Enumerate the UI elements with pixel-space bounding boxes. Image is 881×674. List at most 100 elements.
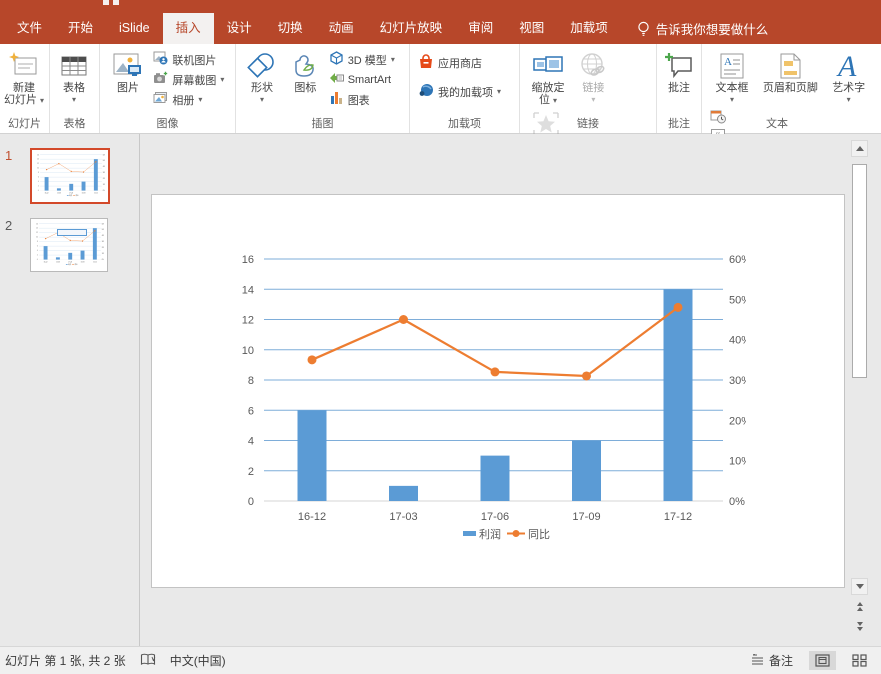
icons-button[interactable]: 图标 <box>285 48 325 94</box>
online-pictures-button[interactable]: 联机图片 <box>153 51 224 68</box>
thumbnail-chart: 02468101214160%10%20%30%40%50%60%16-1217… <box>35 152 105 198</box>
comment-button[interactable]: 批注 <box>657 48 701 94</box>
table-button[interactable]: 表格 ▾ <box>50 48 98 106</box>
svg-text:60%: 60% <box>729 254 746 266</box>
smartart-button[interactable]: SmartArt <box>329 71 395 88</box>
textbox-icon: A <box>718 50 746 82</box>
title-bar: 文件开始iSlide插入设计切换动画幻灯片放映审阅视图加载项告诉我你想要做什么 <box>0 0 881 44</box>
scroll-down-button[interactable] <box>851 578 868 595</box>
svg-text:40%: 40% <box>102 235 104 237</box>
svg-text:14: 14 <box>37 159 39 161</box>
group-label-comments: 批注 <box>657 115 701 131</box>
svg-text:0%: 0% <box>102 259 104 261</box>
group-label-slides: 幻灯片 <box>0 115 49 131</box>
notes-icon <box>751 654 764 668</box>
svg-text:0: 0 <box>38 190 39 192</box>
svg-text:10%: 10% <box>729 456 746 468</box>
tab-file[interactable]: 文件 <box>4 13 55 44</box>
svg-text:20%: 20% <box>102 247 104 249</box>
svg-text:17-06: 17-06 <box>69 192 73 194</box>
tell-me-box[interactable]: 告诉我你想要做什么 <box>637 13 769 44</box>
3d-model-button[interactable]: 3D 模型▾ <box>329 51 395 68</box>
chart-button[interactable]: 图表 <box>329 91 395 108</box>
profit-chart[interactable]: 02468101214160%10%20%30%40%50%60%16-1217… <box>226 241 746 551</box>
svg-text:12: 12 <box>242 315 254 327</box>
chart-icon <box>329 91 344 108</box>
svg-text:14: 14 <box>242 284 254 296</box>
svg-text:4: 4 <box>248 436 254 448</box>
link-globe-icon <box>579 50 607 82</box>
svg-text:10: 10 <box>242 345 254 357</box>
album-button[interactable]: 相册▾ <box>153 91 224 108</box>
scroll-up-button[interactable] <box>851 140 868 157</box>
tab-addins[interactable]: 加载项 <box>557 13 621 44</box>
tab-view[interactable]: 视图 <box>506 13 557 44</box>
svg-text:17-09: 17-09 <box>572 511 600 523</box>
group-label-links: 链接 <box>520 115 656 131</box>
svg-text:17-03: 17-03 <box>57 192 61 194</box>
svg-text:同比: 同比 <box>528 528 550 541</box>
normal-view-button[interactable] <box>809 651 836 670</box>
svg-text:17-03: 17-03 <box>389 511 417 523</box>
header-footer-icon <box>777 50 803 82</box>
svg-text:0: 0 <box>37 259 38 261</box>
svg-text:16: 16 <box>37 154 39 156</box>
group-label-addins: 加载项 <box>410 115 519 131</box>
svg-text:17-03: 17-03 <box>56 261 60 263</box>
wordart-icon: A <box>835 50 863 82</box>
tab-design[interactable]: 设计 <box>214 13 265 44</box>
my-addins-button[interactable]: 我的加载项▾ <box>418 83 501 100</box>
picture-button[interactable]: 图片 <box>106 48 150 94</box>
svg-text:14: 14 <box>36 228 38 230</box>
group-comments: 批注 批注 <box>657 44 702 133</box>
new-slide-icon <box>9 50 39 82</box>
slide-thumbnail-1[interactable]: 02468101214160%10%20%30%40%50%60%16-1217… <box>30 148 110 204</box>
textbox-button[interactable]: A 文本框 ▾ <box>710 48 754 106</box>
group-addins: 应用商店 我的加载项▾ 加载项 <box>410 44 520 133</box>
album-icon <box>153 91 168 108</box>
slide-sorter-view-button[interactable] <box>846 651 873 670</box>
zoom-button[interactable]: 缩放定 位 ▾ <box>526 48 570 106</box>
smartart-icon <box>329 71 344 88</box>
svg-text:17-12: 17-12 <box>664 511 692 523</box>
svg-text:6: 6 <box>37 246 38 248</box>
slide-thumbnail-2[interactable]: 02468101214160%10%20%30%40%50%60%16-1217… <box>30 218 108 272</box>
svg-text:30%: 30% <box>729 375 746 387</box>
language-indicator[interactable]: 中文(中国) <box>170 652 226 669</box>
wordart-button[interactable]: A 艺术字 ▾ <box>827 48 871 106</box>
thumbnail-number-2: 2 <box>5 218 12 233</box>
vertical-scrollbar[interactable] <box>851 140 868 638</box>
screenshot-button[interactable]: 屏幕截图▾ <box>153 71 224 88</box>
thumbnail-number-1: 1 <box>5 148 12 163</box>
tab-slideshow[interactable]: 幻灯片放映 <box>367 13 456 44</box>
quick-access-toolbar[interactable] <box>103 0 119 5</box>
scrollbar-thumb[interactable] <box>852 164 867 378</box>
proofing-icon[interactable] <box>140 653 156 669</box>
header-footer-button[interactable]: 页眉和页脚 <box>757 48 823 94</box>
group-text: A 文本框 ▾ 页眉和页脚 A 艺术字 ▾ <box>702 44 881 133</box>
svg-text:2: 2 <box>248 466 254 478</box>
previous-slide-button[interactable] <box>851 598 868 615</box>
group-illustrations: 形状 ▾ 图标 3D 模型▾ SmartArt <box>236 44 410 133</box>
tab-review[interactable]: 审阅 <box>455 13 506 44</box>
shapes-icon <box>247 50 277 82</box>
my-addins-icon <box>418 83 434 101</box>
tab-islide[interactable]: iSlide <box>106 13 163 44</box>
svg-text:40%: 40% <box>103 166 105 168</box>
svg-text:4: 4 <box>38 181 39 183</box>
svg-text:0%: 0% <box>103 190 105 192</box>
svg-text:50%: 50% <box>102 229 104 231</box>
tab-transitions[interactable]: 切换 <box>265 13 316 44</box>
notes-button[interactable]: 备注 <box>745 649 799 672</box>
store-button[interactable]: 应用商店 <box>418 54 501 71</box>
new-slide-button[interactable]: 新建 幻灯片 ▾ <box>0 48 48 106</box>
tab-home[interactable]: 开始 <box>55 13 106 44</box>
group-images: 图片 联机图片 屏幕截图▾ 相册▾ 图像 <box>100 44 236 133</box>
tab-insert[interactable]: 插入 <box>163 13 214 44</box>
group-label-table: 表格 <box>50 115 99 131</box>
tab-animations[interactable]: 动画 <box>316 13 367 44</box>
next-slide-button[interactable] <box>851 618 868 635</box>
shapes-button[interactable]: 形状 ▾ <box>242 48 282 106</box>
slide-canvas[interactable]: 02468101214160%10%20%30%40%50%60%16-1217… <box>151 194 845 588</box>
svg-text:16: 16 <box>36 223 38 225</box>
